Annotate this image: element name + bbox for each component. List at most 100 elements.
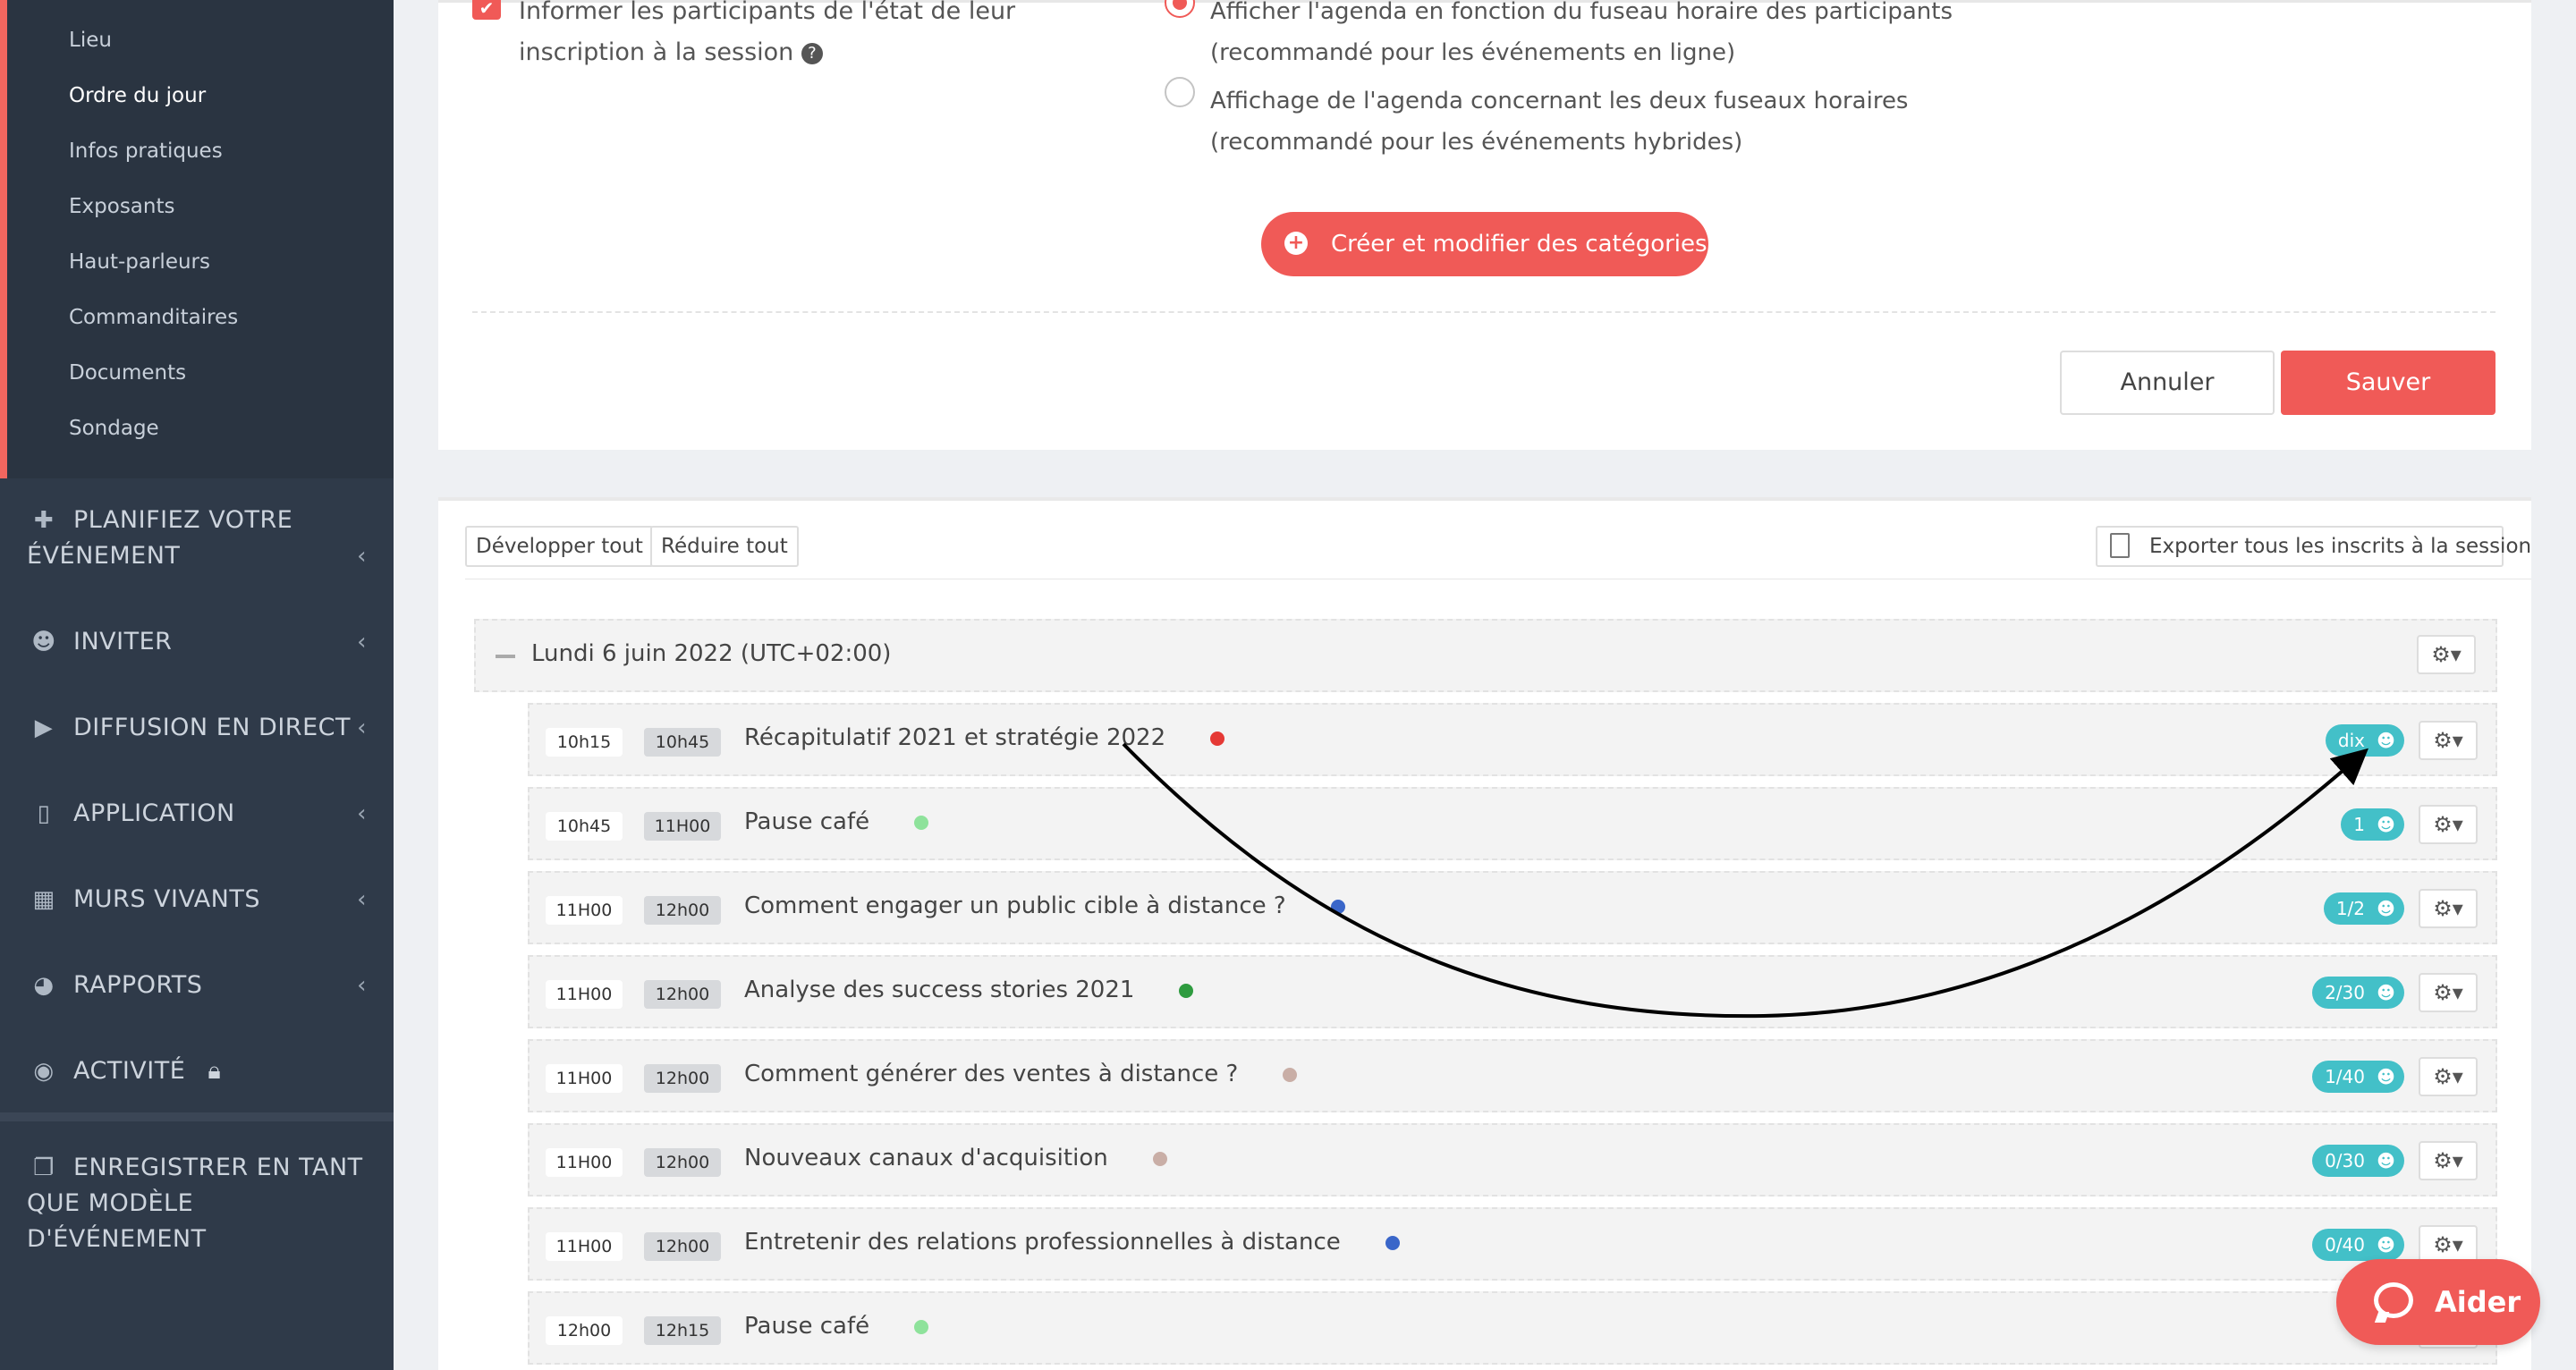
session-end-time: 12h00 [644, 980, 721, 1009]
users-icon: ☻ [2377, 1234, 2395, 1256]
collapse-icon[interactable] [496, 655, 515, 658]
cancel-button[interactable]: Annuler [2060, 351, 2275, 415]
session-settings-button[interactable]: ⚙▾ [2419, 1057, 2478, 1096]
help-button[interactable]: Aider [2336, 1259, 2540, 1345]
gear-icon: ⚙▾ [2433, 896, 2463, 921]
gear-icon: ⚙▾ [2431, 642, 2462, 667]
expand-all-button[interactable]: Développer tout [465, 526, 654, 567]
sidebar-item-inviter[interactable]: ☻ INVITER ‹ [27, 624, 367, 660]
registration-badge[interactable]: 1/40 ☻ [2312, 1061, 2404, 1093]
registration-badge[interactable]: 0/30 ☻ [2312, 1145, 2404, 1177]
chevron-left-icon: ‹ [357, 543, 367, 570]
registration-badge[interactable]: 2/30 ☻ [2312, 977, 2404, 1009]
session-start-time: 12h00 [546, 1316, 623, 1345]
session-row[interactable]: 10h45 11H00 Pause café 1 ☻ ⚙▾ [528, 787, 2497, 860]
submenu-item-infos-pratiques[interactable]: Infos pratiques [69, 140, 223, 163]
submenu-item-sondage[interactable]: Sondage [69, 417, 159, 440]
puzzle-icon: ✚ [33, 507, 55, 534]
submenu-item-ordre-du-jour[interactable]: Ordre du jour [69, 84, 206, 107]
session-settings-button[interactable]: ⚙▾ [2419, 721, 2478, 760]
category-dot [1385, 1235, 1400, 1250]
mobile-icon: ▯ [37, 800, 51, 827]
sidebar-item-murs-vivants[interactable]: ▦ MURS VIVANTS ‹ [27, 882, 367, 918]
session-row[interactable]: 11H00 12h00 Comment engager un public cibl… [528, 871, 2497, 944]
play-icon: ▶ [34, 715, 54, 741]
sidebar-item-diffusion[interactable]: ▶ DIFFUSION EN DIRECT ‹ [27, 710, 367, 746]
collapse-all-button[interactable]: Réduire tout [650, 526, 799, 567]
session-row[interactable]: 11H00 12h00 Nouveaux canaux d'acquisition 0… [528, 1123, 2497, 1197]
session-start-time: 11H00 [546, 980, 623, 1009]
chevron-left-icon: ‹ [357, 715, 367, 741]
radio-both-timezones[interactable] [1165, 77, 1195, 107]
session-title: Comment engager un public cible à distan… [744, 892, 1345, 919]
registration-badge[interactable]: 0/40 ☻ [2312, 1229, 2404, 1261]
sidebar-item-planifiez[interactable]: ✚ PLANIFIEZ VOTRE ÉVÉNEMENT ‹ [27, 503, 367, 574]
sidebar-item-rapports[interactable]: ◕ RAPPORTS ‹ [27, 968, 367, 1003]
session-end-time: 10h45 [644, 728, 721, 757]
notify-checkbox[interactable]: ✔ [472, 0, 501, 20]
sidebar-item-application[interactable]: ▯ APPLICATION ‹ [27, 796, 367, 832]
export-registrants-button[interactable]: Exporter tous les inscrits à la session [2096, 526, 2531, 567]
session-title: Entretenir des relations professionnelle… [744, 1229, 1400, 1256]
session-end-time: 12h15 [644, 1316, 721, 1345]
sidebar-submenu: Lieu Ordre du jour Infos pratiques Expos… [0, 0, 394, 478]
gear-icon: ⚙▾ [2433, 728, 2463, 753]
session-start-time: 11H00 [546, 1232, 623, 1261]
gear-icon: ⚙▾ [2433, 1064, 2463, 1089]
session-end-time: 12h00 [644, 896, 721, 925]
session-row[interactable]: 12h0012h15Pause café⚙▾ [528, 1291, 2497, 1365]
chevron-left-icon: ‹ [357, 629, 367, 655]
gear-icon: ⚙▾ [2433, 812, 2463, 837]
day-settings-button[interactable]: ⚙▾ [2417, 635, 2476, 674]
session-title: Récapitulatif 2021 et stratégie 2022 [744, 724, 1225, 751]
day-label: Lundi 6 juin 2022 (UTC+02:00) [531, 640, 892, 667]
sidebar: Lieu Ordre du jour Infos pratiques Expos… [0, 0, 394, 1370]
submenu-item-documents[interactable]: Documents [69, 361, 186, 385]
session-settings-button[interactable]: ⚙▾ [2419, 1141, 2478, 1180]
day-row[interactable]: Lundi 6 juin 2022 (UTC+02:00) ⚙▾ [474, 619, 2497, 692]
registration-badge[interactable]: 1 ☻ [2341, 808, 2404, 841]
lock-icon: 🔒︎ [208, 1057, 222, 1085]
users-icon: ☻ [2377, 814, 2395, 835]
category-dot [1152, 1151, 1167, 1166]
create-categories-button[interactable]: + Créer et modifier des catégories [1261, 212, 1708, 276]
sidebar-item-activite[interactable]: ◉ ACTIVITÉ 🔒︎ [27, 1053, 367, 1089]
users-icon: ☻ [31, 629, 56, 655]
submenu-item-exposants[interactable]: Exposants [69, 195, 174, 218]
users-icon: ☻ [2377, 730, 2395, 751]
sidebar-divider [0, 1112, 394, 1121]
session-row[interactable]: 11H00 12h00 Entretenir des relations profe… [528, 1207, 2497, 1281]
gear-icon: ⚙▾ [2433, 1148, 2463, 1173]
category-dot [1210, 731, 1225, 746]
sidebar-item-save-template[interactable]: ❐ ENREGISTRER EN TANT QUE MODÈLE D'ÉVÉNEM… [27, 1150, 367, 1257]
registration-badge[interactable]: dix ☻ [2325, 724, 2404, 757]
save-button[interactable]: Sauver [2281, 351, 2496, 415]
chat-bubble-icon [2374, 1282, 2413, 1318]
session-start-time: 10h45 [546, 812, 623, 841]
category-dot [1283, 1067, 1298, 1082]
session-end-time: 12h00 [644, 1232, 721, 1261]
session-end-time: 12h00 [644, 1148, 721, 1177]
session-settings-button[interactable]: ⚙▾ [2419, 973, 2478, 1012]
registration-badge[interactable]: 1/2 ☻ [2323, 892, 2404, 925]
chevron-left-icon: ‹ [357, 972, 367, 999]
question-circle-icon[interactable]: ? [801, 42, 823, 64]
option-participant-timezone: Afficher l'agenda en fonction du fuseau … [1210, 0, 1953, 66]
submenu-item-commanditaires[interactable]: Commanditaires [69, 306, 238, 329]
session-row[interactable]: 11H00 12h00 Analyse des success stories 20… [528, 955, 2497, 1028]
notify-label: Informer les participants de l'état de l… [519, 0, 1016, 66]
file-icon [2110, 533, 2130, 558]
session-row[interactable]: 10h15 10h45 Récapitulatif 2021 et stratégi… [528, 703, 2497, 776]
submenu-item-lieu[interactable]: Lieu [69, 29, 112, 52]
users-icon: ☻ [2377, 1066, 2395, 1087]
category-dot [1330, 899, 1345, 914]
session-settings-button[interactable]: ⚙▾ [2419, 805, 2478, 844]
session-settings-button[interactable]: ⚙▾ [2419, 889, 2478, 928]
category-dot [914, 1319, 929, 1334]
session-row[interactable]: 11H00 12h00 Comment générer des ventes à d… [528, 1039, 2497, 1112]
submenu-item-haut-parleurs[interactable]: Haut-parleurs [69, 250, 210, 274]
session-start-time: 11H00 [546, 1148, 623, 1177]
copy-icon: ❐ [33, 1154, 55, 1181]
option-both-timezones: Affichage de l'agenda concernant les deu… [1210, 88, 1909, 156]
session-end-time: 11H00 [644, 812, 721, 841]
